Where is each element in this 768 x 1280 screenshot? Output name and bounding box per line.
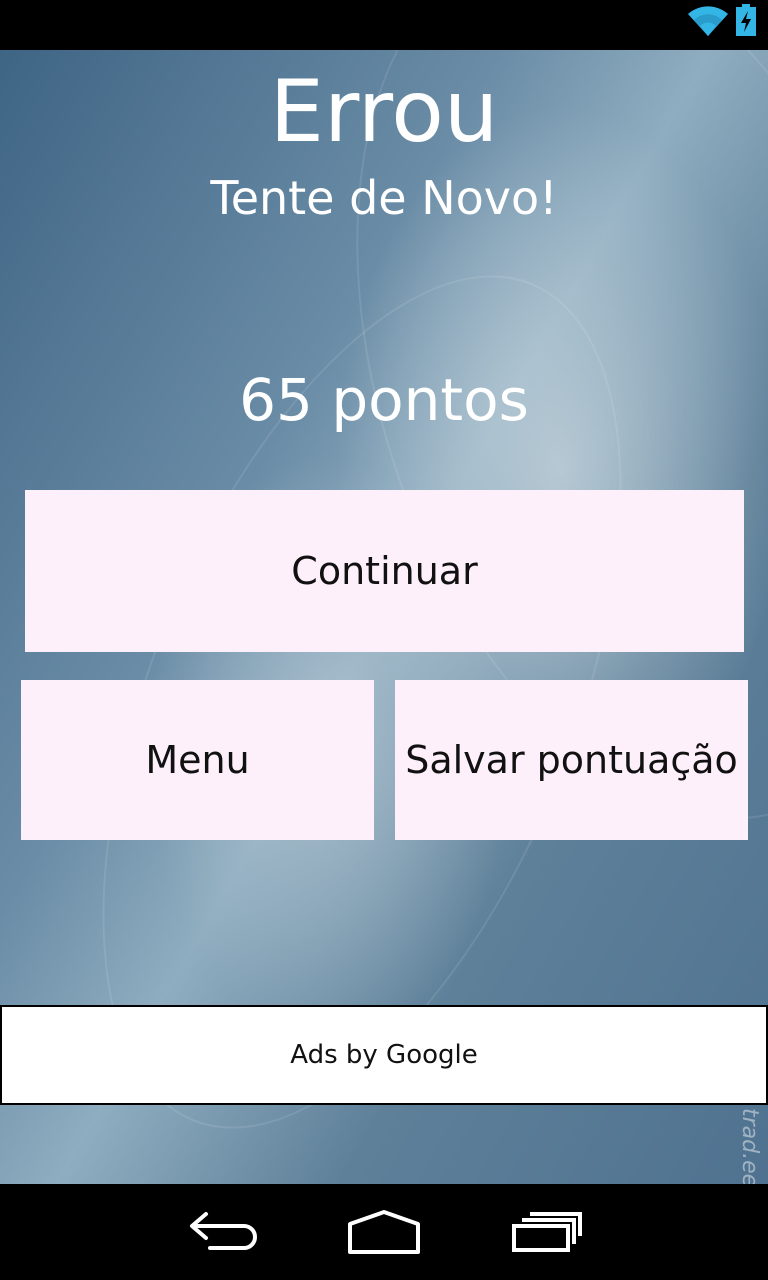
navigation-bar [0,1184,768,1280]
back-icon[interactable] [186,1204,262,1260]
menu-button[interactable]: Menu [21,680,374,840]
recent-apps-icon[interactable] [508,1204,584,1260]
app-screen: Errou Tente de Novo! 65 pontos Continuar… [0,0,768,1280]
battery-charging-icon [736,4,756,36]
save-score-button[interactable]: Salvar pontuação [395,680,748,840]
ad-label: Ads by Google [290,1040,478,1070]
game-over-screen: Errou Tente de Novo! 65 pontos Continuar… [0,50,768,1184]
result-title: Errou [269,62,499,162]
score-text: 65 pontos [239,366,529,434]
home-icon[interactable] [346,1204,422,1260]
status-bar [0,0,768,50]
result-subtitle: Tente de Novo! [210,171,558,225]
continue-button[interactable]: Continuar [25,490,744,652]
wifi-icon [688,6,728,36]
watermark: trad.ee [737,1108,762,1184]
ad-banner[interactable]: Ads by Google [0,1005,768,1105]
